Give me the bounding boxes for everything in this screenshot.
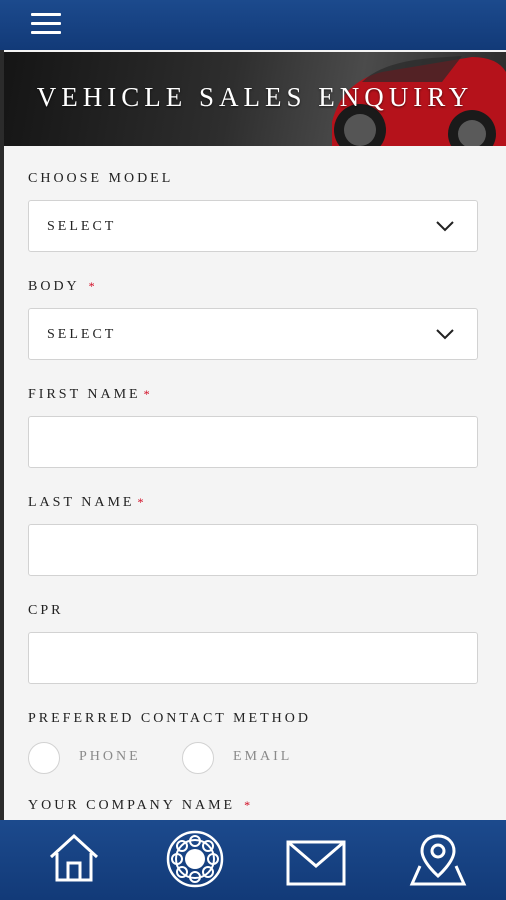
required-marker: * (244, 798, 254, 812)
required-marker: * (137, 495, 147, 509)
header-banner: VEHICLE SALES ENQUIRY (4, 52, 506, 146)
required-marker: * (88, 279, 98, 293)
body-label: BODY * (28, 279, 98, 295)
bottom-navigation (0, 820, 506, 900)
choose-model-value: SELECT (47, 219, 117, 234)
required-marker: * (143, 387, 153, 401)
body-select[interactable]: SELECT (28, 308, 478, 360)
top-app-bar (0, 0, 506, 50)
last-name-input[interactable] (28, 524, 478, 576)
company-name-label-text: YOUR COMPANY NAME (28, 798, 236, 813)
email-radio[interactable] (182, 742, 214, 774)
first-name-label: FIRST NAME * (28, 387, 153, 403)
side-divider (0, 50, 4, 820)
preferred-contact-label: PREFERRED CONTACT METHOD (28, 711, 311, 726)
last-name-label: LAST NAME * (28, 495, 146, 511)
email-radio-label[interactable]: EMAIL (233, 749, 292, 765)
choose-model-select[interactable]: SELECT (28, 200, 478, 252)
company-name-label: YOUR COMPANY NAME * (28, 798, 253, 814)
map-location-icon[interactable] (408, 832, 468, 886)
last-name-label-text: LAST NAME (28, 495, 135, 510)
chevron-down-icon (436, 221, 454, 232)
hamburger-menu-icon[interactable] (31, 13, 61, 37)
choose-model-label: CHOOSE MODEL (28, 171, 174, 186)
page-title: VEHICLE SALES ENQUIRY (36, 82, 474, 112)
cpr-label: CPR (28, 603, 64, 618)
phone-radio[interactable] (28, 742, 60, 774)
body-label-text: BODY (28, 279, 80, 294)
mail-icon[interactable] (286, 840, 346, 886)
chevron-down-icon (436, 329, 454, 340)
first-name-label-text: FIRST NAME (28, 387, 141, 402)
home-icon[interactable] (47, 832, 101, 884)
brand-emblem-icon[interactable] (165, 830, 225, 888)
first-name-input[interactable] (28, 416, 478, 468)
phone-radio-label[interactable]: PHONE (79, 749, 141, 765)
body-value: SELECT (47, 327, 117, 342)
cpr-input[interactable] (28, 632, 478, 684)
